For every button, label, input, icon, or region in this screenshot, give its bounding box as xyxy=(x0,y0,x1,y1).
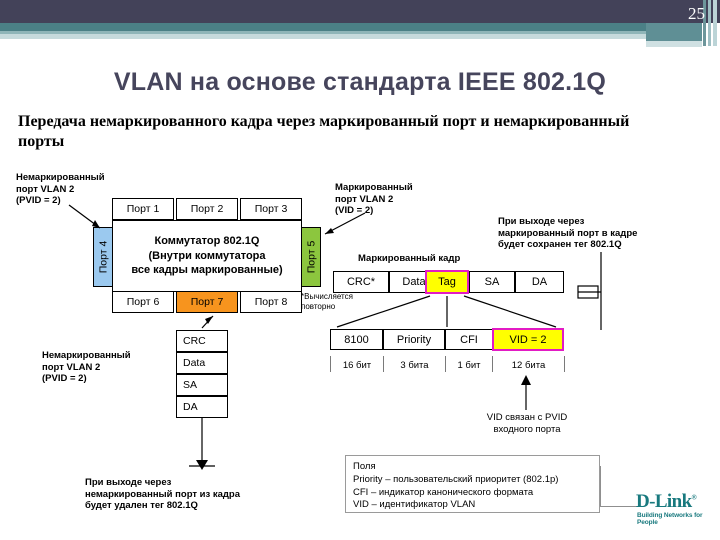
switch-port-4-label: Порт 4 xyxy=(97,240,109,274)
slide-subtitle: Передача немаркированного кадра через ма… xyxy=(18,113,630,150)
switch-port-5-label: Порт 5 xyxy=(305,240,317,274)
switch-port-7[interactable]: Порт 7 xyxy=(176,291,238,313)
dlink-logo: D-Link® xyxy=(636,491,697,512)
switch-body: Коммутатор 802.1Q (Внутри коммутатора вс… xyxy=(112,220,302,292)
tagged-frame-cell-crc-label: CRC* xyxy=(346,276,376,288)
untagged-stack-cell-da-label: DA xyxy=(183,401,198,413)
switch-port-1-label: Порт 1 xyxy=(126,203,160,215)
switch-port-2[interactable]: Порт 2 xyxy=(176,198,238,220)
dlink-logo-text: D-Link xyxy=(636,491,692,512)
legend-box: Поля Priority – пользовательский приорит… xyxy=(345,455,600,513)
header-right-teal-band xyxy=(646,23,702,41)
tag-detail-cell-priority-label: Priority xyxy=(396,333,432,346)
switch-port-8[interactable]: Порт 8 xyxy=(240,291,302,313)
untagged-stack-cell-sa: SA xyxy=(176,374,228,396)
tagged-frame-cell-data-label: Data xyxy=(402,276,426,288)
switch-port-8-label: Порт 8 xyxy=(254,296,288,308)
bit-label-2: 1 бит xyxy=(457,360,481,371)
tag-detail-cell-vid-label: VID = 2 xyxy=(509,333,547,346)
switch-port-1[interactable]: Порт 1 xyxy=(112,198,174,220)
bit-label-0: 16 бит xyxy=(342,360,372,371)
switch-port-3-label: Порт 3 xyxy=(254,203,288,215)
note-recalculated: *Вычисляется повторно xyxy=(301,292,353,312)
header-vertical-line-3 xyxy=(713,0,717,46)
untagged-stack-cell-crc-label: CRC xyxy=(183,335,206,347)
header-right-pale-band xyxy=(646,41,702,47)
untagged-stack-cell-sa-label: SA xyxy=(183,379,198,391)
tagged-frame-cell-tag: Tag xyxy=(425,270,469,294)
header-vertical-line-2 xyxy=(708,0,711,46)
tag-detail-cell-vid: VID = 2 xyxy=(492,328,564,351)
tagged-frame-cell-sa: SA xyxy=(469,271,515,293)
switch-port-3[interactable]: Порт 3 xyxy=(240,198,302,220)
tag-detail-cell-8100-label: 8100 xyxy=(344,333,369,346)
registered-mark-icon: ® xyxy=(691,493,697,502)
untagged-stack-cell-crc: CRC xyxy=(176,330,228,352)
header-teal-band xyxy=(0,23,646,31)
annotation-tagged-exit-note: При выходе через маркированный порт в ка… xyxy=(498,216,638,251)
tagged-frame-cell-sa-label: SA xyxy=(484,276,500,288)
tag-detail-cell-priority: Priority xyxy=(383,329,445,350)
tagged-frame-cell-tag-label: Tag xyxy=(438,276,456,288)
bit-label-1: 3 бита xyxy=(400,360,429,371)
untagged-stack-cell-data-label: Data xyxy=(183,357,206,369)
dlink-tagline: Building Networks for People xyxy=(637,512,703,526)
untagged-stack-cell-da: DA xyxy=(176,396,228,418)
page-title: VLAN на основе стандарта IEEE 802.1Q xyxy=(113,68,607,96)
header-dark-band xyxy=(0,0,720,23)
header-pale-band xyxy=(0,34,646,39)
switch-port-4[interactable]: Порт 4 xyxy=(93,227,113,287)
untagged-stack-cell-data: Data xyxy=(176,352,228,374)
tag-detail-cell-cfi-label: CFI xyxy=(460,333,478,346)
tagged-frame-cell-crc: CRC* xyxy=(333,271,389,293)
tag-detail-cell-cfi: CFI xyxy=(445,329,493,350)
switch-port-6-label: Порт 6 xyxy=(126,296,160,308)
annotation-tagged-port: Маркированный порт VLAN 2 (VID = 2) xyxy=(335,182,413,217)
label-tagged-frame: Маркированный кадр xyxy=(358,253,461,264)
tag-detail-cell-8100: 8100 xyxy=(330,329,383,350)
switch-port-6[interactable]: Порт 6 xyxy=(112,291,174,313)
bit-label-3: 12 бита xyxy=(511,360,546,371)
switch-port-5[interactable]: Порт 5 xyxy=(301,227,321,287)
footer-vertical-rule xyxy=(600,466,601,506)
switch-body-text: Коммутатор 802.1Q (Внутри коммутатора вс… xyxy=(131,234,283,277)
switch-port-7-label: Порт 7 xyxy=(190,296,224,308)
tagged-frame-cell-da-label: DA xyxy=(531,276,548,288)
page-number: 25 xyxy=(688,4,705,23)
switch-port-2-label: Порт 2 xyxy=(190,203,224,215)
bit-tick-4 xyxy=(564,356,565,372)
annotation-untagged-exit-note: При выходе через немаркированный порт из… xyxy=(85,477,241,512)
tagged-frame-cell-da: DA xyxy=(515,271,564,293)
annotation-untagged-port-bottom: Немаркированный порт VLAN 2 (PVID = 2) xyxy=(42,350,131,385)
note-vid-pvid: VID связан с PVID входного порта xyxy=(486,412,568,436)
